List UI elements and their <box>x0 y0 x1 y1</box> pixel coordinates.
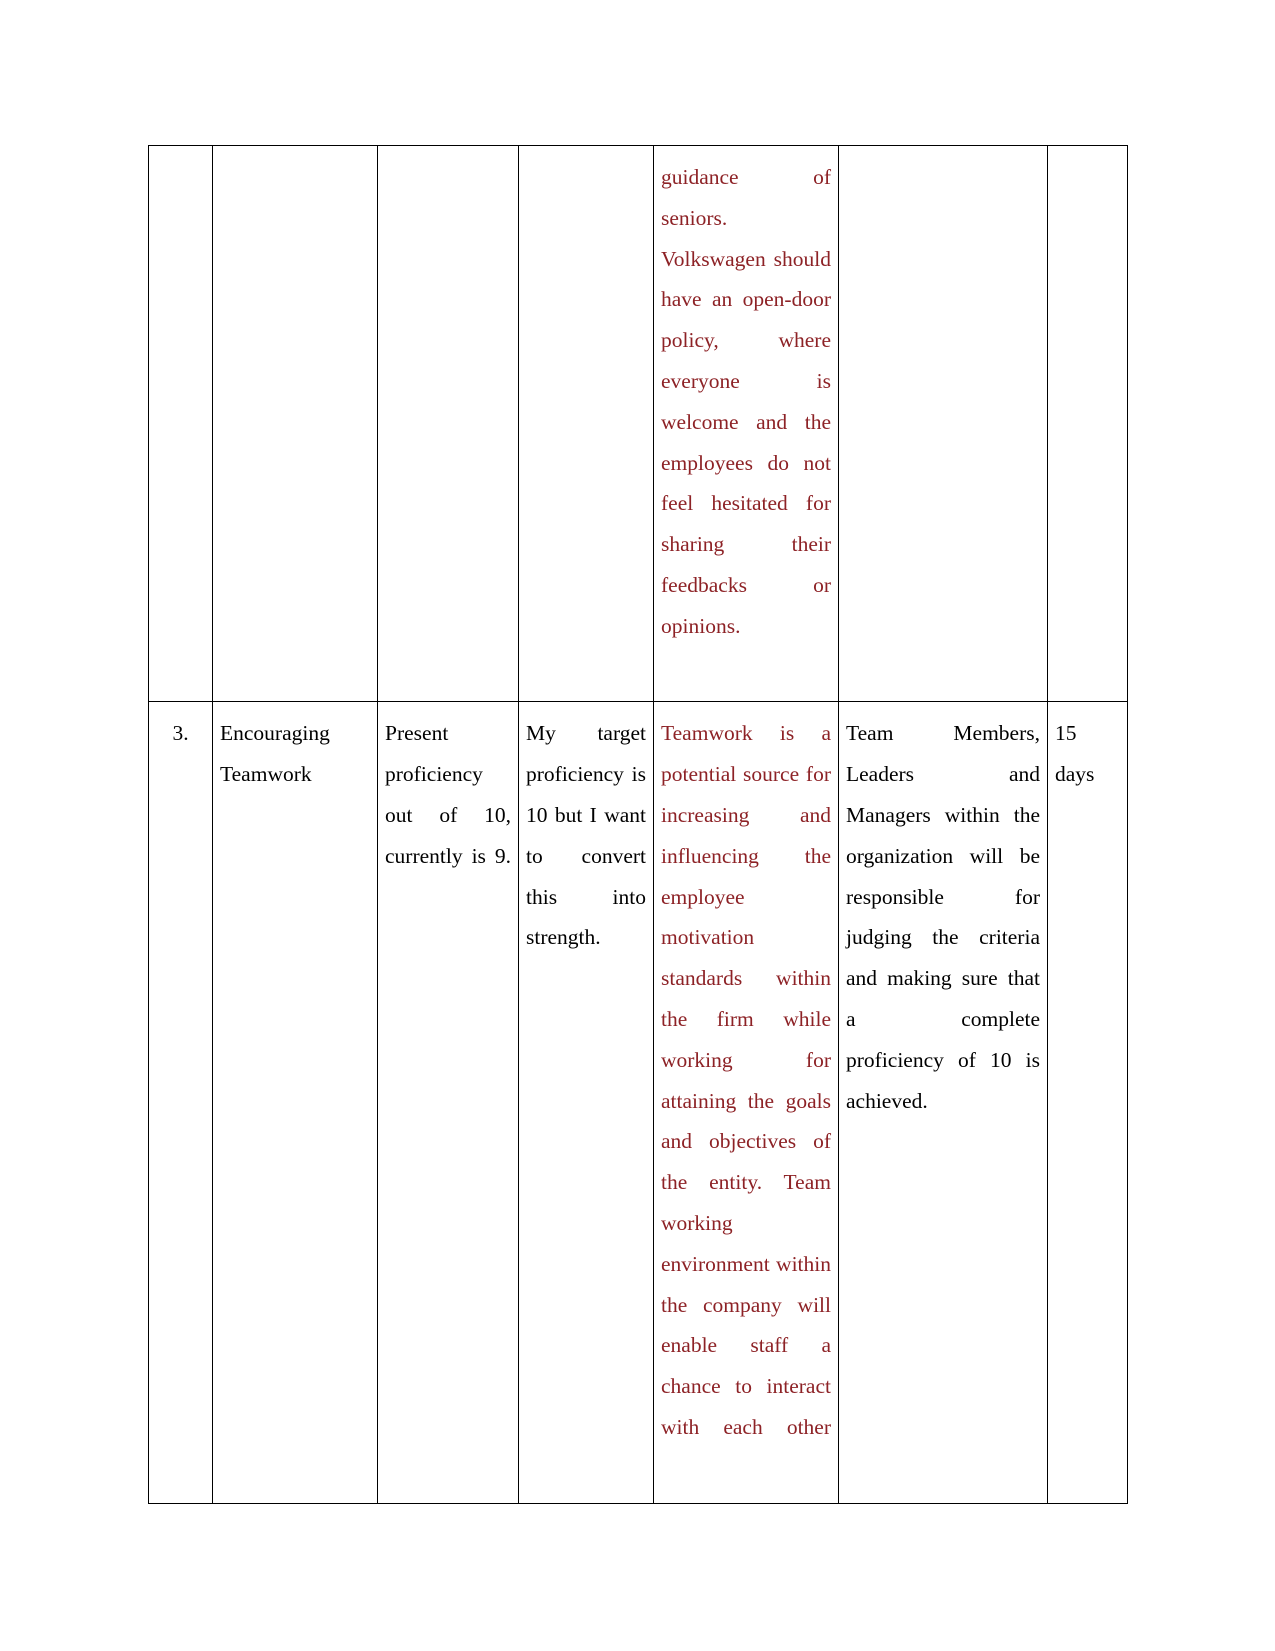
cell-target-proficiency <box>518 144 654 703</box>
target-proficiency-text <box>519 146 653 212</box>
cell-target-proficiency: My target proficiency is 10 but I want t… <box>518 701 654 1504</box>
area-text <box>213 146 377 181</box>
criteria-judging-success-text: Team Members, Leaders and Managers withi… <box>846 721 1040 1113</box>
time-frame-text: 15 days <box>1055 721 1095 787</box>
criteria-judging-success-text <box>839 146 1047 212</box>
time-frame-text <box>1048 146 1127 181</box>
cell-development-opportunities: guidance of seniors. Volkswagen should h… <box>653 144 839 703</box>
present-proficiency-text: Present proficiency out of 10, currently… <box>385 721 511 868</box>
cell-development-opportunities: Teamwork is a potential source for incre… <box>653 701 839 1504</box>
cell-criteria-judging-success: Team Members, Leaders and Managers withi… <box>838 701 1048 1504</box>
development-opportunities-text: Teamwork is a potential source for incre… <box>661 721 831 1439</box>
cell-present-proficiency: Present proficiency out of 10, currently… <box>377 701 519 1504</box>
table-row: 3. Encouraging Teamwork Present proficie… <box>148 701 1128 1504</box>
table-row: guidance of seniors. Volkswagen should h… <box>148 144 1128 703</box>
cell-area <box>212 144 378 703</box>
cell-present-proficiency <box>377 144 519 703</box>
target-proficiency-text: My target proficiency is 10 but I want t… <box>526 721 646 950</box>
cell-sr-no: 3. <box>148 701 213 1504</box>
development-opportunities-text: guidance of seniors. Volkswagen should h… <box>661 165 831 638</box>
present-proficiency-text <box>378 146 518 212</box>
document-page: guidance of seniors. Volkswagen should h… <box>0 0 1275 1651</box>
sr-no-text <box>149 146 212 181</box>
cell-time-frame: 15 days <box>1047 701 1128 1504</box>
cell-sr-no <box>148 144 213 703</box>
cell-time-frame <box>1047 144 1128 703</box>
cell-area: Encouraging Teamwork <box>212 701 378 1504</box>
development-plan-table: guidance of seniors. Volkswagen should h… <box>148 144 1128 1504</box>
sr-no-text: 3. <box>172 721 189 746</box>
cell-criteria-judging-success <box>838 144 1048 703</box>
area-text: Encouraging Teamwork <box>220 721 330 787</box>
